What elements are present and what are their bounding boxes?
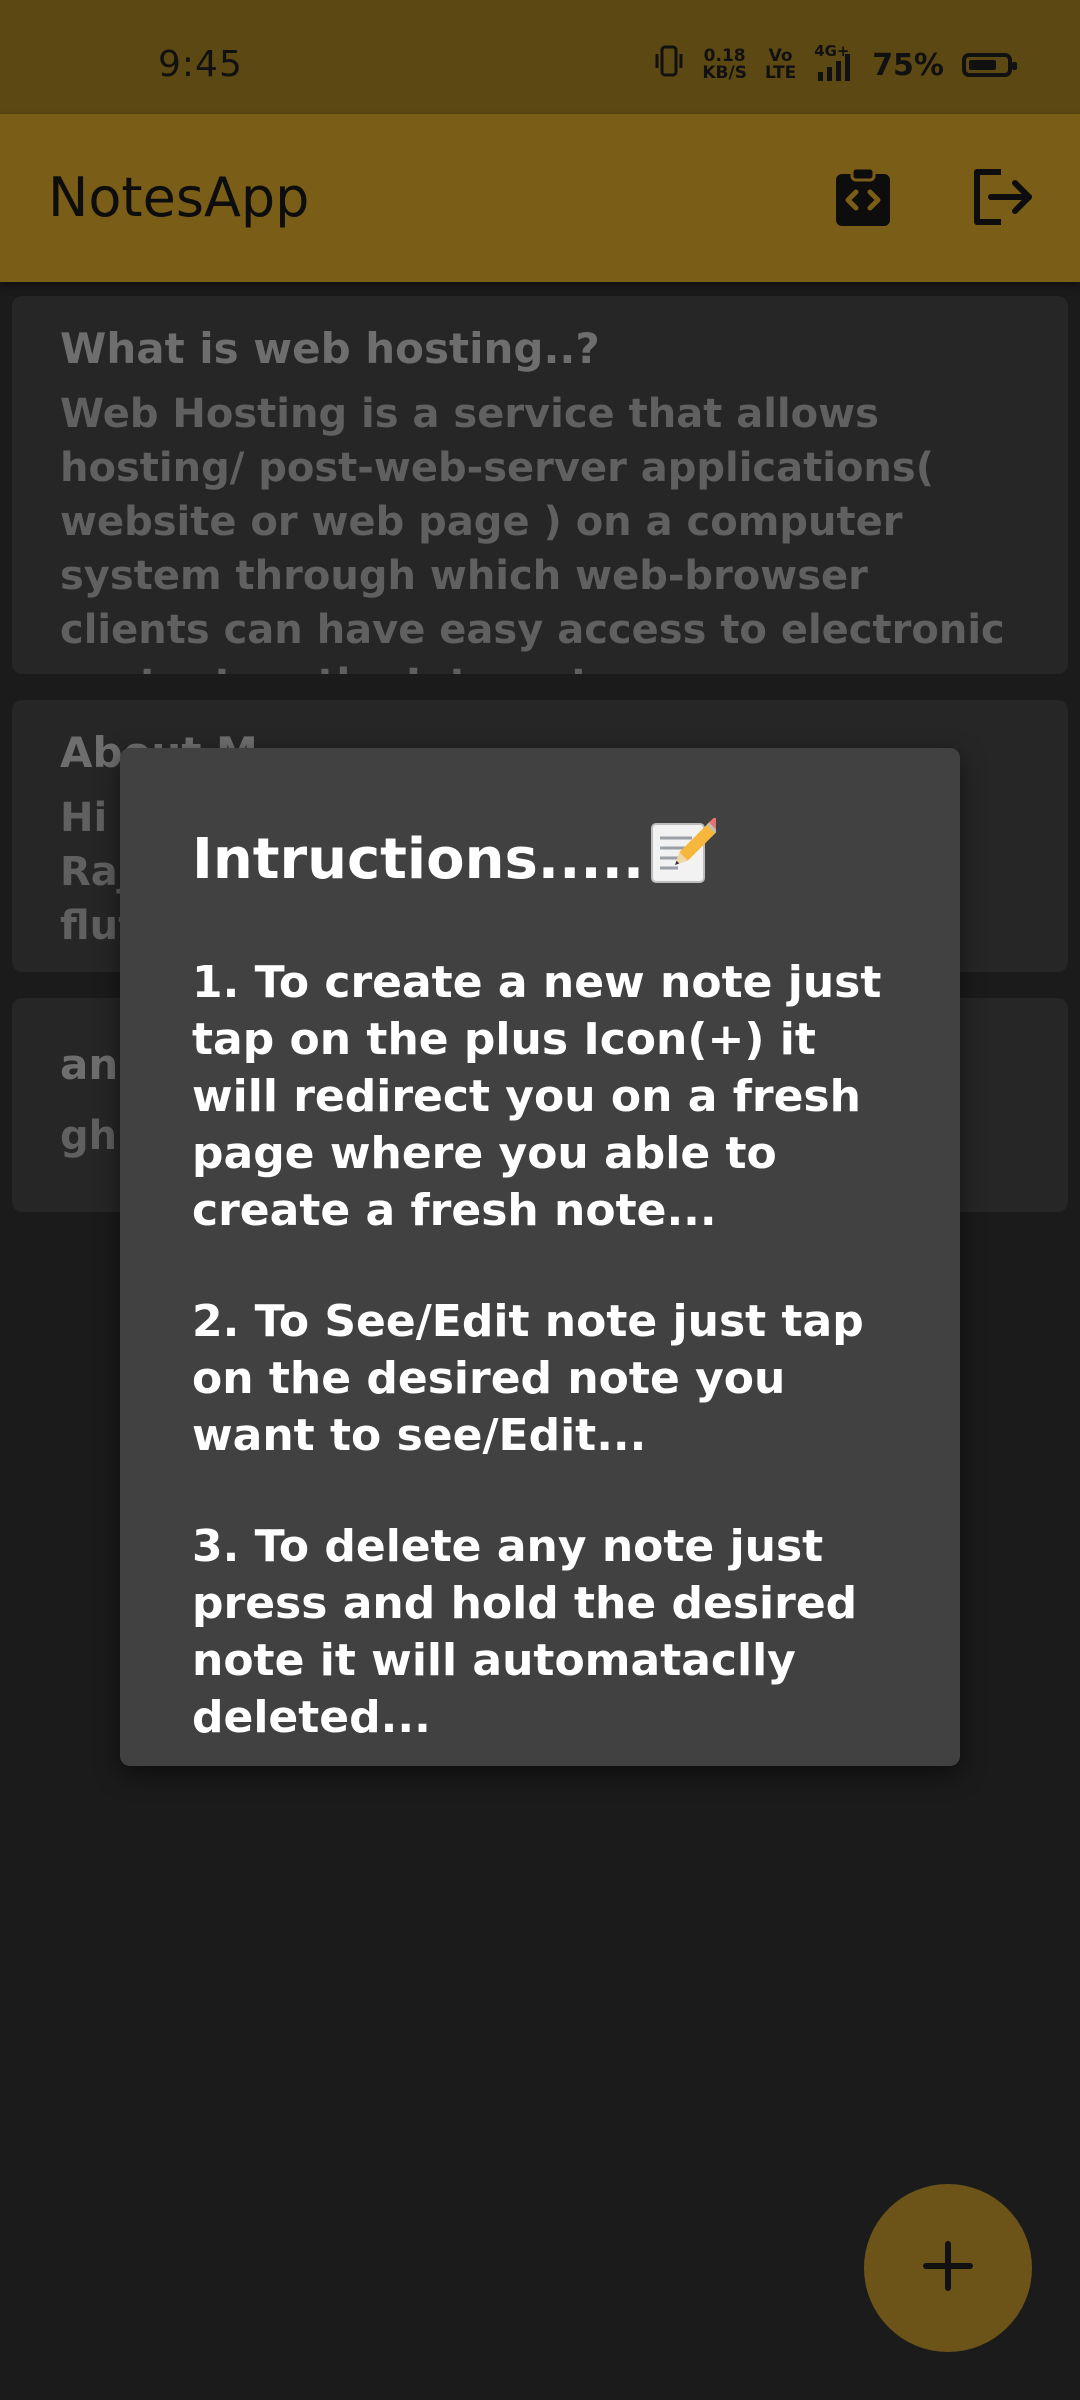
add-note-button[interactable] — [864, 2184, 1032, 2352]
net-speed: 0.18 KB/S — [702, 48, 747, 82]
note-card[interactable]: What is web hosting..? Web Hosting is a … — [12, 296, 1068, 674]
plus-icon — [922, 2240, 974, 2296]
volte-bottom: LTE — [764, 63, 797, 83]
dialog-title: Intructions..... — [192, 816, 900, 900]
status-time: 9:45 — [158, 44, 243, 85]
app-bar: NotesApp — [0, 114, 1080, 282]
signal-icon: 4G+ — [814, 42, 854, 82]
dialog-title-text: Intructions..... — [192, 826, 645, 892]
note-body: Web Hosting is a service that allows hos… — [60, 391, 1005, 674]
battery-fill — [969, 60, 996, 70]
instruction-item: 1. To create a new note just tap on the … — [192, 957, 882, 1236]
instruction-item: 3. To delete any note just press and hol… — [192, 1521, 858, 1743]
battery-percent: 75% — [872, 47, 944, 83]
net-speed-unit: KB/S — [702, 63, 747, 83]
clipboard-code-icon — [834, 166, 892, 232]
note-title: What is web hosting..? — [60, 324, 600, 373]
app-title: NotesApp — [48, 166, 310, 229]
memo-pencil-icon — [648, 816, 724, 900]
logout-icon — [971, 168, 1035, 230]
volte-indicator: Vo LTE — [765, 48, 796, 82]
vibrate-icon — [654, 44, 684, 86]
instructions-dialog: Intructions..... 1. To create a new note… — [120, 748, 960, 1766]
battery-icon — [962, 53, 1017, 77]
status-bar: 9:45 0.18 KB/S Vo LTE 4G+ 75% — [0, 0, 1080, 114]
instructions-button[interactable] — [828, 164, 898, 234]
status-icons: 0.18 KB/S Vo LTE 4G+ 75% — [654, 42, 1017, 86]
logout-button[interactable] — [968, 164, 1038, 234]
notes-screen: 9:45 0.18 KB/S Vo LTE 4G+ 75% NotesApp W… — [0, 0, 1080, 2400]
instruction-item: 2. To See/Edit note just tap on the desi… — [192, 1296, 864, 1461]
